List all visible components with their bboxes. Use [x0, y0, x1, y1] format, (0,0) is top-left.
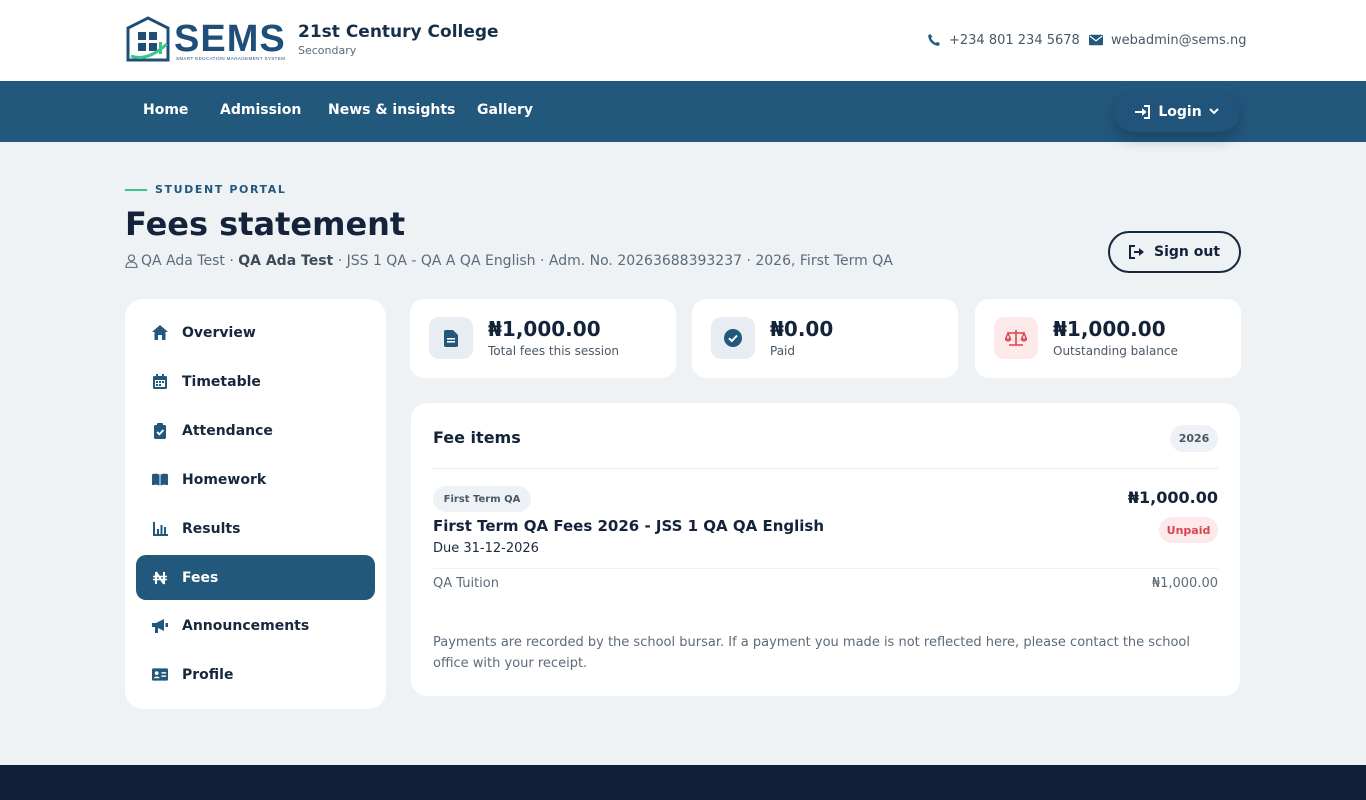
college-name: 21st Century College	[298, 22, 499, 42]
clipboard-check-icon	[152, 422, 168, 439]
main-nav: Home Admission News & insights Gallery L…	[0, 81, 1366, 142]
sidebar-item-timetable[interactable]: Timetable	[136, 359, 375, 404]
logo-subtext: SMART EDUCATION MANAGEMENT SYSTEM	[176, 56, 286, 61]
sign-in-icon	[1135, 104, 1151, 119]
year-badge: 2026	[1170, 425, 1218, 452]
nav-home[interactable]: Home	[143, 102, 188, 118]
payment-note: Payments are recorded by the school burs…	[433, 635, 1190, 671]
naira-icon	[152, 570, 168, 586]
student-meta: QA Ada Test · QA Ada Test · JSS 1 QA - Q…	[125, 253, 893, 269]
stat-paid: ₦0.00 Paid	[692, 299, 958, 378]
phone-icon	[928, 34, 940, 46]
envelope-icon	[1089, 34, 1103, 46]
fee-items-card: Fee items 2026 First Term QA First Term …	[411, 403, 1240, 696]
status-badge: Unpaid	[1159, 517, 1218, 543]
stat-amount: ₦0.00	[770, 317, 834, 341]
nav-news-insights[interactable]: News & insights	[328, 102, 455, 118]
term-badge: First Term QA	[433, 486, 531, 512]
fee-item-due-date: Due 31-12-2026	[433, 541, 539, 556]
contact-phone[interactable]: +234 801 234 5678	[927, 31, 1080, 49]
portal-sidebar: Overview Timetable Attendance Homework R…	[125, 299, 386, 709]
megaphone-icon	[152, 618, 168, 634]
scale-icon	[994, 317, 1038, 359]
eyebrow-label: STUDENT PORTAL	[155, 183, 287, 196]
sems-logo[interactable]: SEMS SMART EDUCATION MANAGEMENT SYSTEM	[125, 16, 286, 64]
user-icon	[125, 254, 138, 268]
student-name: QA Ada Test	[141, 253, 225, 269]
sidebar-item-profile[interactable]: Profile	[136, 652, 375, 697]
fee-item-title: First Term QA Fees 2026 - JSS 1 QA QA En…	[433, 517, 825, 535]
chart-bar-icon	[152, 521, 168, 537]
sidebar-item-overview[interactable]: Overview	[136, 310, 375, 355]
sidebar-item-homework[interactable]: Homework	[136, 457, 375, 502]
divider	[433, 568, 1218, 569]
student-details: · JSS 1 QA - QA A QA English · Adm. No. …	[337, 253, 893, 269]
email-address: webadmin@sems.ng	[1111, 32, 1247, 48]
sidebar-item-label: Attendance	[182, 422, 273, 439]
logo-mark-icon	[126, 16, 170, 62]
sidebar-item-results[interactable]: Results	[136, 506, 375, 551]
sidebar-item-attendance[interactable]: Attendance	[136, 408, 375, 453]
college-level: Secondary	[298, 44, 357, 57]
stat-label: Paid	[770, 344, 796, 358]
stat-label: Total fees this session	[488, 344, 620, 358]
sidebar-item-label: Homework	[182, 471, 267, 488]
page-title: Fees statement	[125, 205, 406, 243]
sign-out-icon	[1128, 245, 1144, 259]
stat-outstanding: ₦1,000.00 Outstanding balance	[975, 299, 1241, 378]
sidebar-item-fees[interactable]: Fees	[136, 555, 375, 600]
student-name-bold: QA Ada Test	[238, 253, 334, 269]
book-open-icon	[152, 472, 168, 488]
sidebar-item-announcements[interactable]: Announcements	[136, 603, 375, 648]
login-label: Login	[1158, 103, 1202, 120]
sidebar-item-label: Fees	[182, 569, 219, 586]
logo-text: SEMS	[174, 18, 286, 60]
nav-admission[interactable]: Admission	[220, 102, 301, 118]
eyebrow-line	[125, 189, 147, 191]
stat-amount: ₦1,000.00	[1053, 317, 1166, 341]
contact-email[interactable]: webadmin@sems.ng	[1089, 31, 1246, 49]
stat-label: Outstanding balance	[1053, 344, 1178, 358]
fee-line-label: QA Tuition	[433, 576, 499, 591]
sidebar-item-label: Timetable	[182, 373, 261, 390]
stat-amount: ₦1,000.00	[488, 317, 601, 341]
stat-total-fees: ₦1,000.00 Total fees this session	[410, 299, 676, 378]
sign-out-button[interactable]: Sign out	[1108, 231, 1241, 273]
login-button[interactable]: Login	[1114, 91, 1240, 132]
sidebar-item-label: Overview	[182, 324, 256, 341]
sidebar-item-label: Results	[182, 520, 241, 537]
id-card-icon	[152, 667, 168, 683]
fee-item-amount: ₦1,000.00	[1127, 488, 1218, 507]
sign-out-label: Sign out	[1153, 244, 1221, 260]
nav-gallery[interactable]: Gallery	[477, 102, 533, 118]
phone-number: +234 801 234 5678	[949, 32, 1080, 48]
document-icon	[429, 317, 473, 359]
fee-items-title: Fee items	[433, 428, 521, 447]
page-footer	[0, 765, 1366, 800]
check-circle-icon	[711, 317, 755, 359]
sidebar-item-label: Announcements	[182, 617, 310, 634]
divider	[433, 468, 1218, 469]
sidebar-item-label: Profile	[182, 666, 234, 683]
home-icon	[152, 325, 168, 341]
chevron-down-icon	[1208, 108, 1219, 115]
fee-line-amount: ₦1,000.00	[1151, 576, 1218, 591]
calendar-icon	[152, 374, 168, 390]
top-bar: SEMS SMART EDUCATION MANAGEMENT SYSTEM 2…	[0, 0, 1366, 81]
